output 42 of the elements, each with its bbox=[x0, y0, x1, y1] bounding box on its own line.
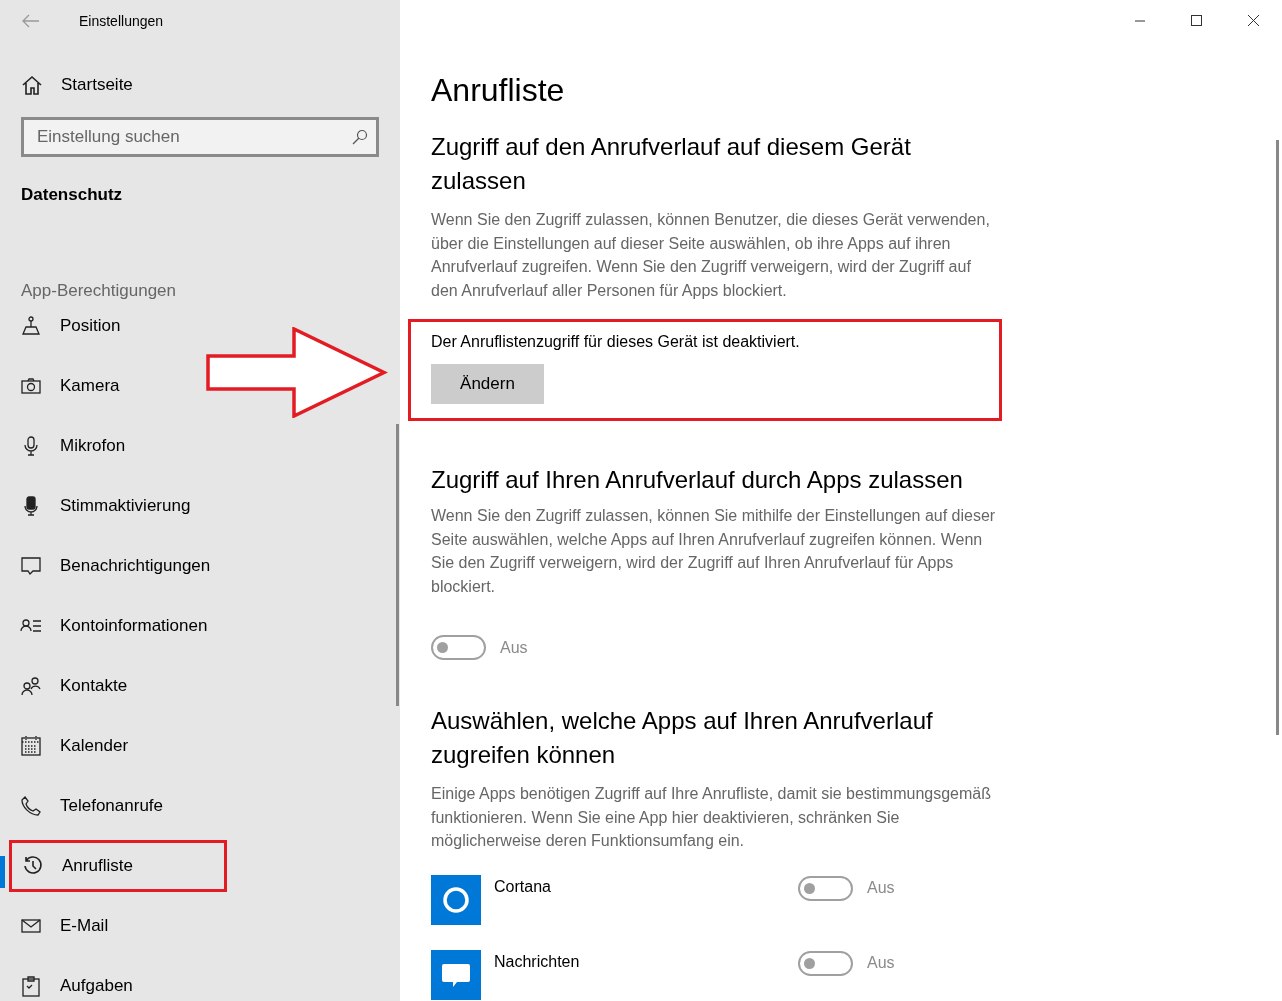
nav-item[interactable]: Anrufliste bbox=[9, 839, 227, 892]
group-heading: App-Berechtigungen bbox=[20, 280, 177, 301]
nav-item[interactable]: Mikrofon bbox=[10, 419, 126, 472]
window-title: Einstellungen bbox=[79, 11, 164, 31]
app-name: Nachrichten bbox=[494, 951, 581, 972]
clipboard-icon bbox=[20, 974, 42, 997]
app-name: Cortana bbox=[494, 876, 552, 897]
section-heading: Zugriff auf den Anrufverlauf auf diesem Gerät zulassen bbox=[431, 132, 912, 196]
nav-item[interactable]: Kamera bbox=[10, 359, 120, 412]
nav-item[interactable]: Kontoinformationen bbox=[10, 599, 208, 652]
search-icon bbox=[352, 128, 368, 145]
section-heading: Zugriff auf Ihren Anrufverlauf durch Apps zulassen bbox=[431, 465, 964, 495]
section-heading: Auswählen, welche Apps auf Ihren Anrufverlauf zugreifen können bbox=[431, 706, 934, 770]
home-link[interactable]: Startseite bbox=[0, 72, 400, 98]
circle-app-icon bbox=[431, 874, 481, 925]
section-description: Einige Apps benötigen Zugriff auf Ihre Anrufliste, damit sie bestimmungsgemäß funktionieren. Wenn Sie eine App hier deaktivieren, schränken Sie möglicherweise deren Funktionsumfang ein. bbox=[431, 784, 992, 851]
status-text: Der Anruflistenzugriff für dieses Gerät ist deaktiviert. bbox=[431, 332, 801, 352]
toggle-label: Aus bbox=[867, 878, 895, 898]
nav-item[interactable]: Kalender bbox=[10, 719, 129, 772]
nav-item[interactable]: Aufgaben bbox=[10, 959, 133, 1001]
pin-icon bbox=[20, 314, 42, 337]
nav-item[interactable]: E-Mail bbox=[10, 899, 109, 952]
section-description: Wenn Sie den Zugriff zulassen, können Sie mithilfe der Einstellungen auf dieser Seite auswählen, welche Apps auf Ihren Anrufverlauf zugreifen können. Wenn Sie den Zugriff verweigern, wird der Zugriff auf Ihren Anrufverlauf für Apps blockiert. bbox=[431, 506, 997, 597]
toggle-label: Aus bbox=[500, 637, 528, 658]
toggle-label: Aus bbox=[867, 953, 895, 973]
nav-item[interactable]: Position bbox=[10, 299, 121, 352]
home-icon bbox=[21, 73, 43, 96]
calendar-icon bbox=[20, 734, 42, 757]
history-icon bbox=[22, 854, 44, 877]
nav-item[interactable]: Telefonanrufe bbox=[10, 779, 164, 832]
back-arrow-icon[interactable] bbox=[22, 14, 40, 28]
section-description: Wenn Sie den Zugriff zulassen, können Benutzer, die dieses Gerät verwenden, über die Einstellungen auf dieser Seite auswählen, ob ihre Apps auf ihren Anrufverlauf zugreifen. Wenn Sie den Zugriff verweigern, wird der Zugriff auf den Anrufverlauf aller Personen für Apps blockiert. bbox=[431, 210, 991, 301]
nav-item[interactable]: Benachrichtigungen bbox=[10, 539, 211, 592]
phone-icon bbox=[20, 794, 42, 817]
speech-bubble-icon bbox=[20, 554, 42, 577]
people-icon bbox=[20, 674, 42, 697]
page-title: Anrufliste bbox=[431, 71, 566, 110]
search-field[interactable]: Einstellung suchen bbox=[21, 116, 379, 157]
section-heading: Datenschutz bbox=[20, 184, 124, 205]
nav-item[interactable]: Stimmaktivierung bbox=[10, 479, 191, 532]
nav-item[interactable]: Kontakte bbox=[10, 659, 128, 712]
change-button[interactable]: Ändern bbox=[431, 364, 544, 404]
